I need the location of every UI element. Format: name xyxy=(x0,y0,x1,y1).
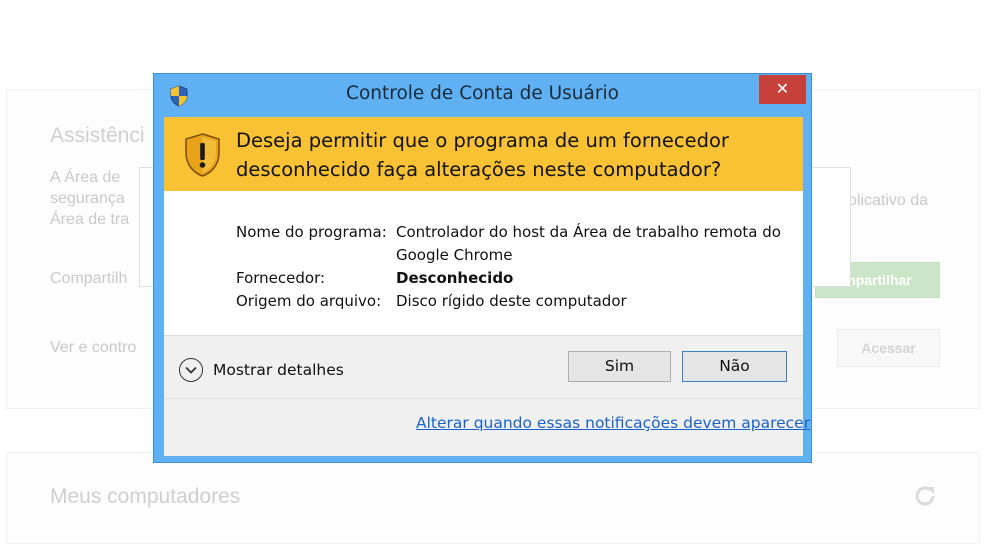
refresh-icon[interactable] xyxy=(912,483,938,509)
notification-settings-link[interactable]: Alterar quando essas notificações devem … xyxy=(416,414,810,432)
view-label: Ver e contro xyxy=(50,339,137,356)
show-details-toggle[interactable]: Mostrar detalhes xyxy=(179,356,344,384)
yes-button[interactable]: Sim xyxy=(568,351,671,382)
close-icon: ✕ xyxy=(775,79,790,98)
assistance-desc-line-1: A Área de xyxy=(50,169,121,186)
footer-divider xyxy=(164,398,803,399)
warning-band: Deseja permitir que o programa de um for… xyxy=(164,117,803,191)
program-name-label: Nome do programa: xyxy=(236,223,387,241)
program-name-value: Controlador do host da Área de trabalho … xyxy=(396,223,781,264)
assistance-desc-right: plicativo da xyxy=(848,192,929,209)
uac-dialog: Controle de Conta de Usuário ✕ Deseja pe… xyxy=(153,73,812,463)
assistance-desc-line-3: Área de tra xyxy=(50,211,130,228)
show-details-label: Mostrar detalhes xyxy=(213,361,344,379)
publisher-value: Desconhecido xyxy=(396,269,514,287)
chevron-down-icon xyxy=(179,358,203,382)
access-button[interactable]: Acessar xyxy=(837,329,940,367)
dialog-body: Deseja permitir que o programa de um for… xyxy=(164,117,810,456)
assistance-title: Assistênci xyxy=(50,124,145,147)
file-origin-label: Origem do arquivo: xyxy=(236,292,382,310)
no-button[interactable]: Não xyxy=(682,351,787,382)
uac-question: Deseja permitir que o programa de um for… xyxy=(236,129,729,181)
share-label: Compartilh xyxy=(50,270,128,287)
close-button[interactable]: ✕ xyxy=(759,75,806,104)
assistance-desc-line-2: segurança xyxy=(50,190,125,207)
my-computers-title: Meus computadores xyxy=(50,485,241,508)
file-origin-value: Disco rígido deste computador xyxy=(396,292,627,310)
dialog-title: Controle de Conta de Usuário xyxy=(346,83,619,104)
program-info: Nome do programa: Controlador do host da… xyxy=(164,221,803,313)
dialog-footer: Mostrar detalhes Sim Não Alterar quando … xyxy=(164,335,810,456)
title-bar: Controle de Conta de Usuário ✕ xyxy=(154,74,811,114)
publisher-label: Fornecedor: xyxy=(236,269,326,287)
warning-shield-icon xyxy=(185,133,220,177)
